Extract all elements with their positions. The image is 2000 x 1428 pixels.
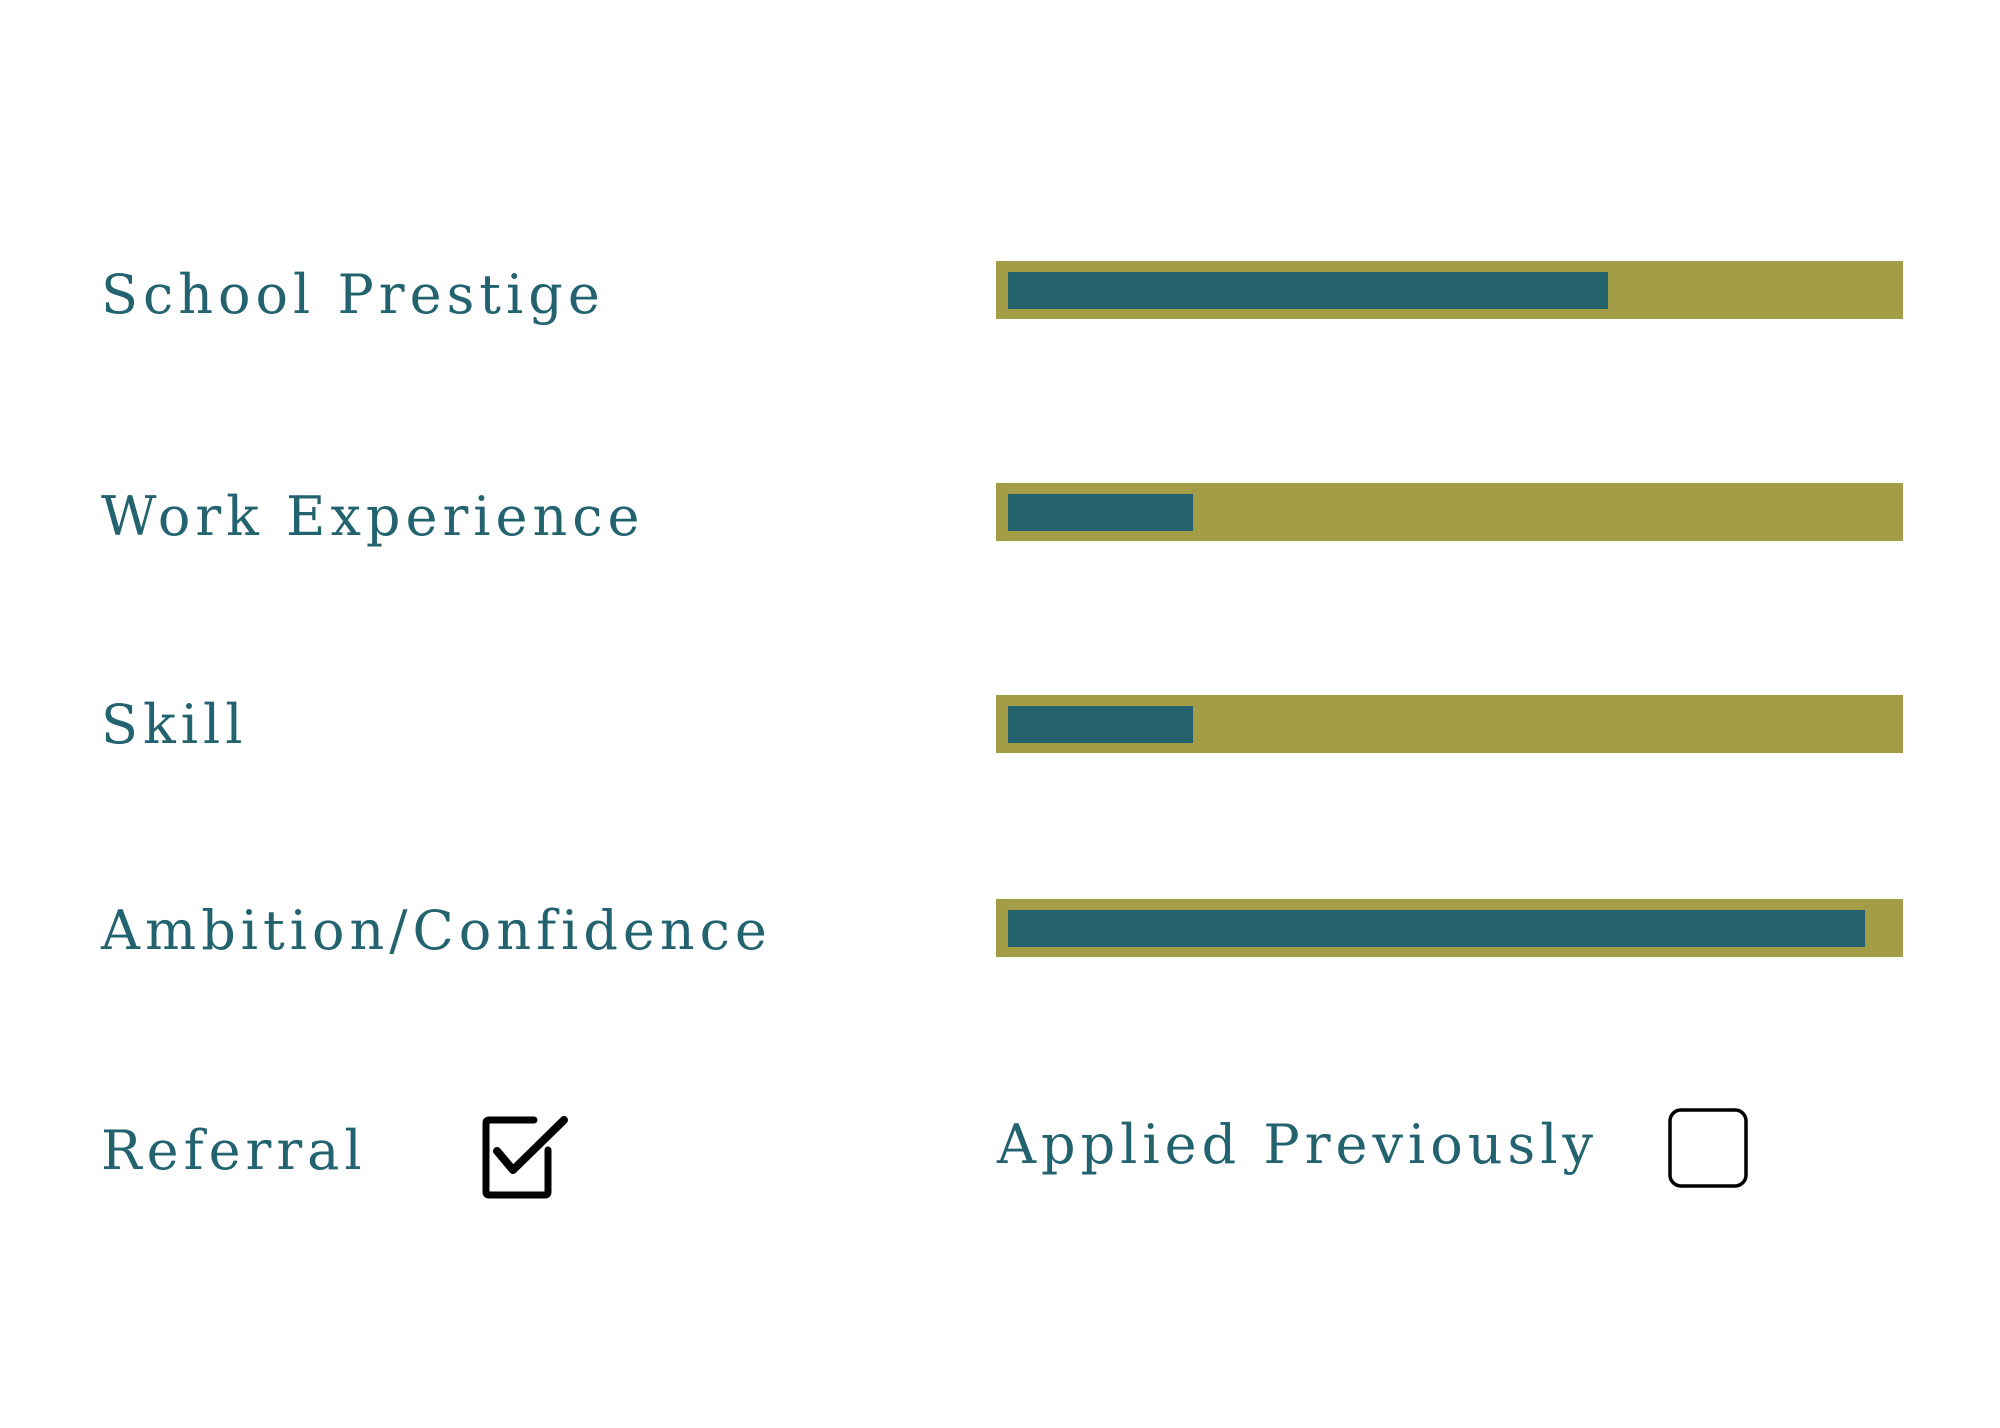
label-applied-previously: Applied Previously [997,1113,1599,1176]
label-ambition-confidence: Ambition/Confidence [101,899,772,962]
bar-track-skill [996,695,1903,753]
bar-fill-ambition-confidence [1008,910,1865,947]
rating-card: School Prestige Work Experience Skill Am… [0,0,2000,1428]
checkbox-empty-icon[interactable] [1666,1106,1750,1190]
bar-track-work-experience [996,483,1903,541]
bar-track-ambition-confidence [996,899,1903,957]
label-referral: Referral [101,1119,367,1182]
bar-fill-skill [1008,706,1193,743]
label-work-experience: Work Experience [101,485,645,548]
label-skill: Skill [101,693,248,756]
bar-fill-school-prestige [1008,272,1608,309]
label-school-prestige: School Prestige [101,263,605,326]
checkbox-checked-icon[interactable] [480,1114,572,1202]
bar-fill-work-experience [1008,494,1193,531]
bar-track-school-prestige [996,261,1903,319]
